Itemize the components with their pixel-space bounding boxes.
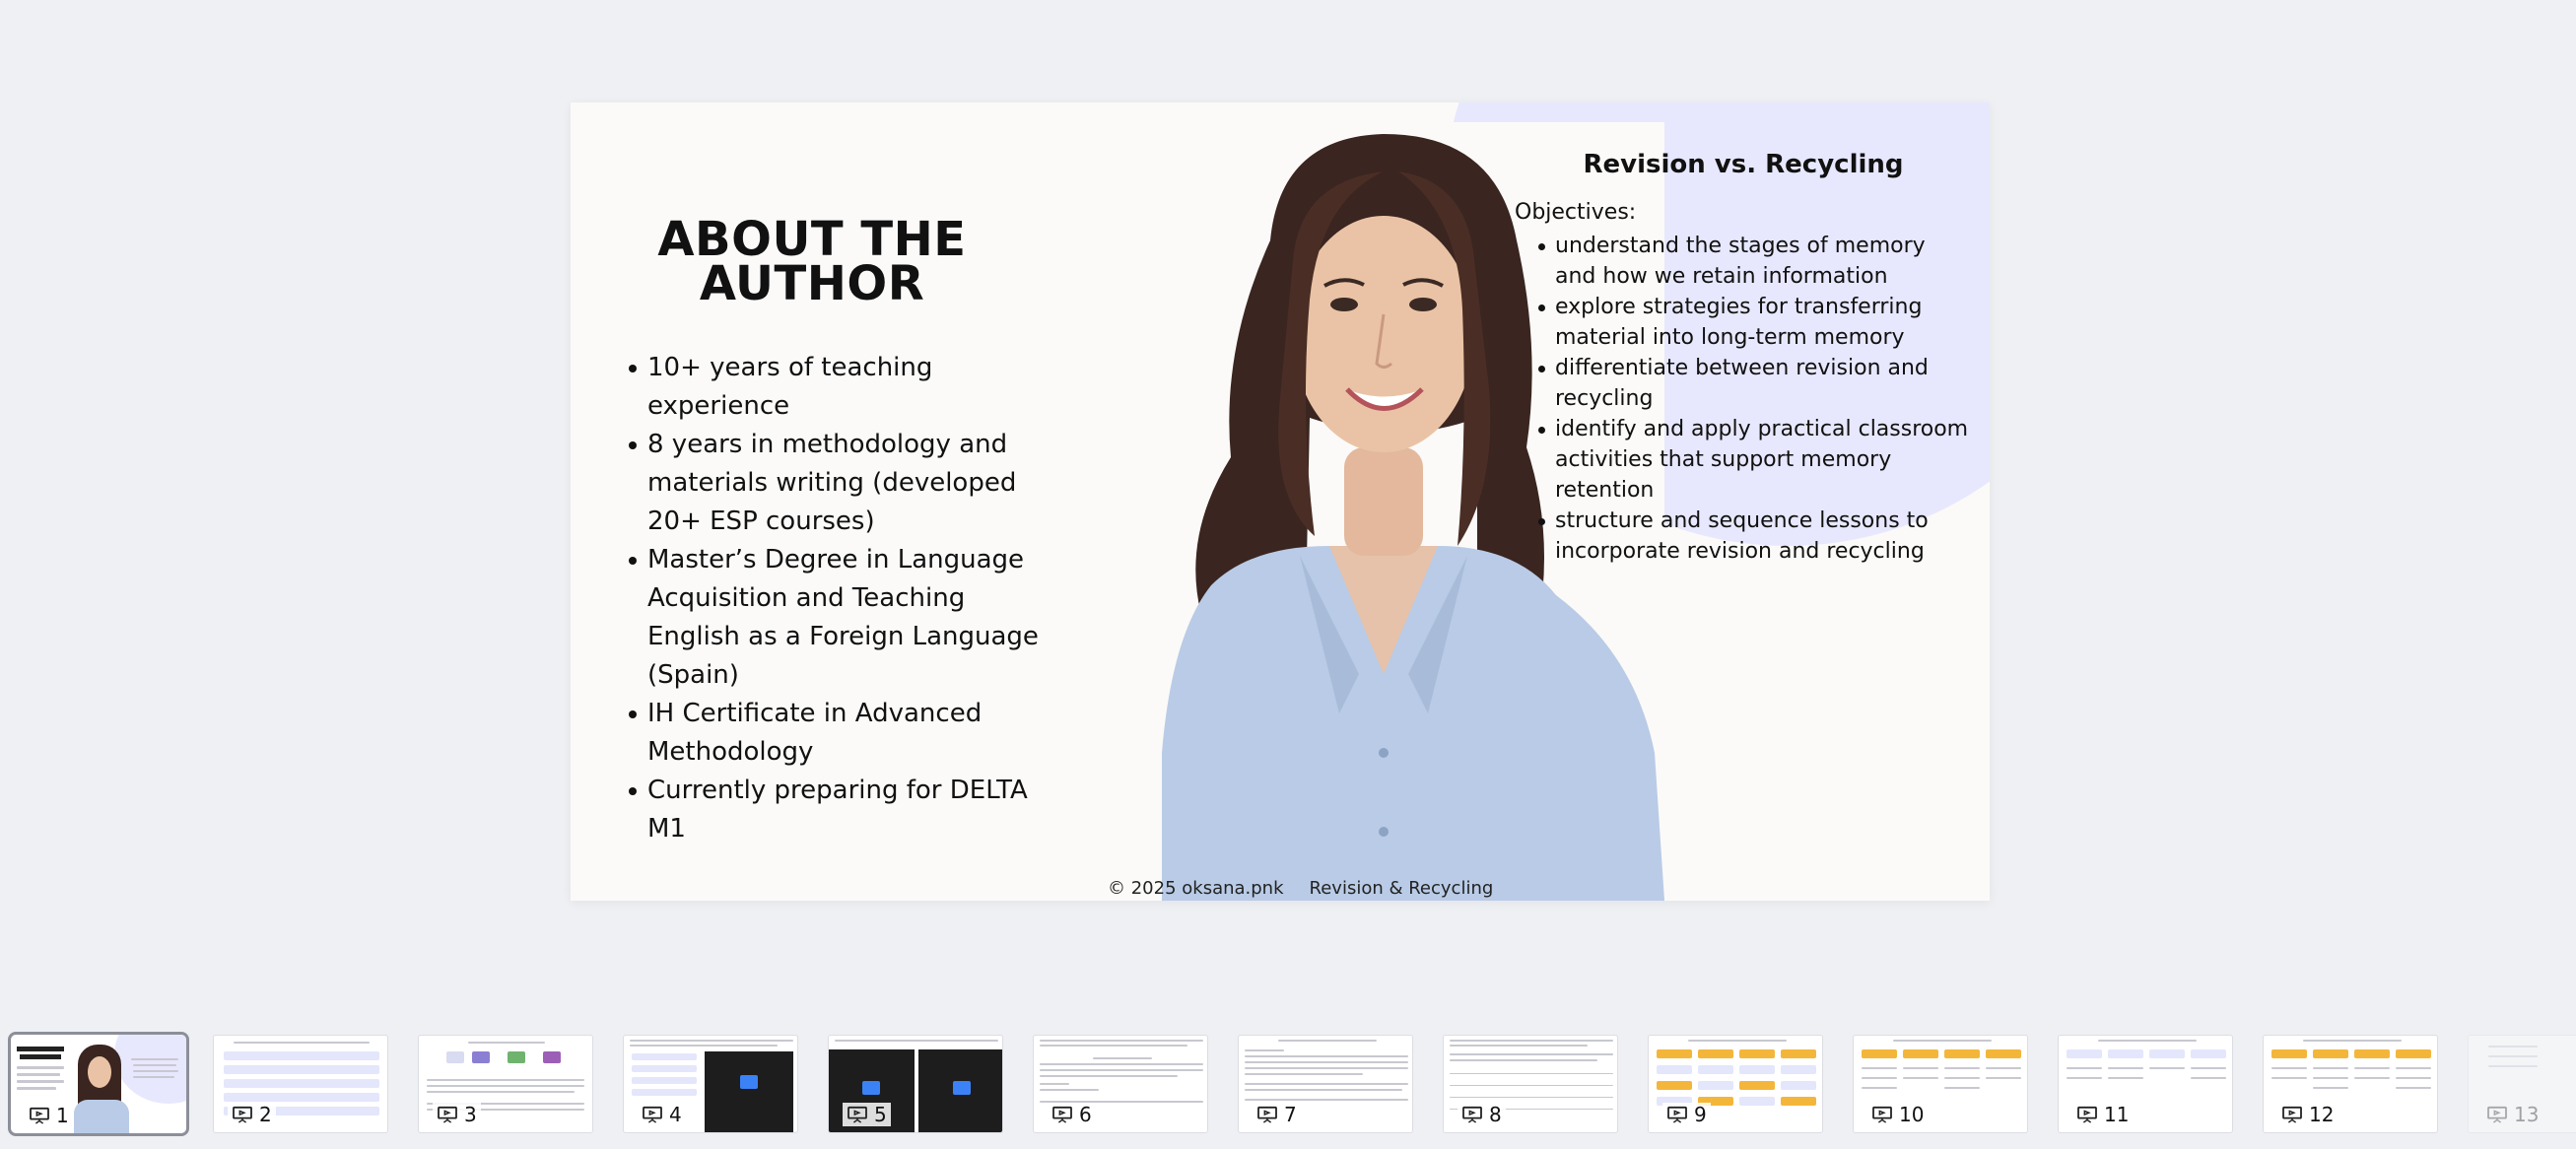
slide-number: 2 — [259, 1103, 272, 1126]
slide-number: 10 — [1899, 1103, 1925, 1126]
objectives-list: understand the stages of memory and how … — [1538, 231, 1969, 567]
play-icon — [740, 1075, 758, 1089]
slide-thumbnail-6[interactable]: 6 — [1033, 1035, 1208, 1133]
slide-thumbnail-13[interactable]: 13 — [2468, 1035, 2576, 1133]
list-item: Currently preparing for DELTA M1 — [629, 772, 1042, 848]
slide-thumbnail-9[interactable]: 9 — [1648, 1035, 1823, 1133]
list-item: 8 years in methodology and materials wri… — [629, 426, 1042, 541]
play-icon — [862, 1081, 880, 1095]
presentation-icon — [2077, 1106, 2097, 1123]
slide-number: 7 — [1284, 1103, 1297, 1126]
slide-number: 3 — [464, 1103, 477, 1126]
slide-number: 5 — [874, 1103, 887, 1126]
revision-title: Revision vs. Recycling — [1583, 150, 1904, 179]
list-item: identify and apply practical classroom a… — [1538, 414, 1969, 506]
list-item: 10+ years of teaching experience — [629, 349, 1042, 426]
objectives-label: Objectives: — [1515, 200, 1637, 225]
slide-thumbnail-strip: 1 2 3 4 5 6 7 8 9 10 11 12 13 — [0, 1032, 2576, 1140]
slide-thumbnail-10[interactable]: 10 — [1853, 1035, 2028, 1133]
about-author-list: 10+ years of teaching experience 8 years… — [624, 349, 1042, 848]
list-item: understand the stages of memory and how … — [1538, 231, 1969, 292]
play-icon — [953, 1081, 971, 1095]
slide-thumbnail-8[interactable]: 8 — [1443, 1035, 1618, 1133]
list-item: differentiate between revision and recyc… — [1538, 353, 1969, 414]
slide-thumbnail-2[interactable]: 2 — [213, 1035, 388, 1133]
slide-number: 13 — [2514, 1103, 2540, 1126]
slide-number: 8 — [1489, 1103, 1502, 1126]
slide-thumbnail-11[interactable]: 11 — [2058, 1035, 2233, 1133]
slide-number: 4 — [669, 1103, 682, 1126]
presentation-icon — [1052, 1106, 1072, 1123]
list-item: Master’s Degree in Language Acquisition … — [629, 541, 1042, 695]
footer-copyright: © 2025 oksana.pnk — [1108, 878, 1284, 899]
presentation-icon — [1462, 1106, 1482, 1123]
presentation-icon — [1872, 1106, 1892, 1123]
slide-thumbnail-4[interactable]: 4 — [623, 1035, 798, 1133]
presentation-icon — [2282, 1106, 2302, 1123]
presentation-icon — [643, 1106, 662, 1123]
list-item: explore strategies for transferring mate… — [1538, 292, 1969, 353]
presentation-icon — [233, 1106, 252, 1123]
about-author-title: ABOUT THE AUTHOR — [657, 212, 967, 311]
list-item: IH Certificate in Advanced Methodology — [629, 695, 1042, 772]
slide-number: 11 — [2104, 1103, 2130, 1126]
slide-thumbnail-5[interactable]: 5 — [828, 1035, 1003, 1133]
slide-number: 6 — [1079, 1103, 1092, 1126]
list-item: structure and sequence lessons to incorp… — [1538, 506, 1969, 567]
presentation-icon — [2487, 1106, 2507, 1123]
slide-thumbnail-7[interactable]: 7 — [1238, 1035, 1413, 1133]
slide-canvas: ABOUT THE AUTHOR 10+ years of teaching e… — [571, 102, 1990, 901]
slide-footer: © 2025 oksana.pnk Revision & Recycling — [1108, 878, 1493, 899]
presentation-icon — [847, 1106, 867, 1123]
slide-thumbnail-12[interactable]: 12 — [2263, 1035, 2438, 1133]
slide-number: 9 — [1694, 1103, 1707, 1126]
presentation-icon — [438, 1106, 457, 1123]
presentation-icon — [1667, 1106, 1687, 1123]
presentation-icon — [30, 1107, 49, 1124]
slide-number: 12 — [2309, 1103, 2335, 1126]
footer-topic: Revision & Recycling — [1309, 878, 1494, 899]
slide-thumbnail-3[interactable]: 3 — [418, 1035, 593, 1133]
presentation-icon — [1257, 1106, 1277, 1123]
slide-thumbnail-1[interactable]: 1 — [8, 1032, 189, 1136]
slide-number: 1 — [56, 1104, 69, 1127]
